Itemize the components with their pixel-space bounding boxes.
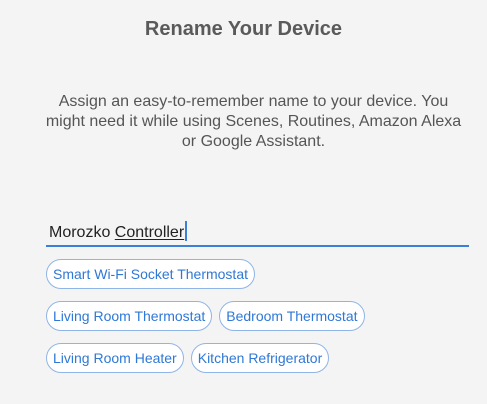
device-name-word1: Morozko bbox=[49, 224, 115, 241]
device-name-value[interactable]: Morozko Controller bbox=[49, 221, 188, 242]
suggestion-chip[interactable]: Bedroom Thermostat bbox=[219, 301, 365, 331]
name-suggestions: Smart Wi-Fi Socket Thermostat Living Roo… bbox=[46, 259, 476, 385]
suggestion-chip[interactable]: Smart Wi-Fi Socket Thermostat bbox=[46, 259, 256, 289]
device-name-word2: Controller bbox=[114, 224, 185, 241]
text-caret bbox=[185, 221, 188, 241]
dialog-title: Rename Your Device bbox=[144, 18, 343, 40]
suggestion-chip[interactable]: Kitchen Refrigerator bbox=[190, 343, 330, 373]
dialog-description: Assign an easy-to-remember name to your … bbox=[45, 93, 462, 150]
suggestion-row-2: Living Room Thermostat Bedroom Thermosta… bbox=[46, 301, 476, 331]
suggestion-row-1: Smart Wi-Fi Socket Thermostat bbox=[46, 259, 476, 289]
device-name-input[interactable]: Morozko Controller bbox=[46, 215, 469, 247]
suggestion-chip[interactable]: Living Room Thermostat bbox=[46, 301, 213, 331]
suggestion-chip[interactable]: Living Room Heater bbox=[46, 343, 184, 373]
suggestion-row-3: Living Room Heater Kitchen Refrigerator bbox=[46, 343, 476, 373]
